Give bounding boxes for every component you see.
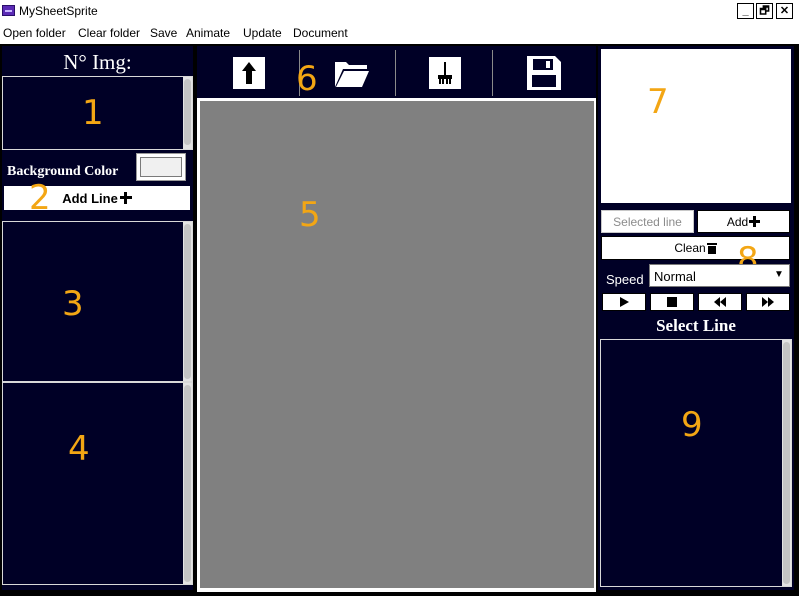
image-list-scroll-thumb[interactable] (184, 79, 191, 145)
fast-forward-icon (762, 297, 774, 307)
restore-button[interactable]: 🗗 (756, 3, 773, 19)
open-folder-button[interactable] (322, 50, 382, 96)
window-title: MySheetSprite (19, 4, 98, 18)
plus-icon (749, 216, 761, 227)
line-list-panel-bottom[interactable] (2, 382, 193, 585)
annotation-4: 4 (68, 429, 90, 469)
menu-animate[interactable]: Animate (186, 26, 230, 40)
img-count-label: N° Img: (63, 50, 132, 74)
clean-label: Clean (674, 241, 706, 255)
speed-label: Speed (606, 272, 644, 287)
menu-update[interactable]: Update (243, 26, 282, 40)
rewind-button[interactable] (698, 293, 742, 311)
stop-button[interactable] (650, 293, 694, 311)
minimize-button[interactable]: _ (737, 3, 754, 19)
annotation-9: 9 (681, 405, 703, 445)
menu-open-folder[interactable]: Open folder (3, 26, 66, 40)
speed-select[interactable]: Normal ▼ (649, 264, 790, 287)
close-button[interactable]: ✕ (776, 3, 793, 19)
selected-line-field: Selected line (601, 210, 694, 233)
scroll-thumb[interactable] (783, 342, 790, 584)
stop-icon (667, 297, 677, 307)
line-list-scrollbar-top[interactable] (183, 222, 192, 381)
scroll-thumb[interactable] (184, 385, 191, 582)
annotation-5: 5 (299, 195, 321, 235)
upload-icon (233, 57, 265, 89)
menu-document[interactable]: Document (293, 26, 348, 40)
image-list-scrollbar[interactable] (183, 77, 192, 149)
annotation-3: 3 (62, 284, 84, 324)
app-icon (2, 5, 15, 16)
clear-canvas-button[interactable] (420, 50, 470, 96)
trash-icon (706, 242, 717, 254)
background-color-button[interactable] (136, 153, 186, 181)
line-list-panel-top[interactable] (2, 221, 193, 382)
add-animation-button[interactable]: Add (697, 210, 790, 233)
toolbar-separator (492, 50, 493, 96)
add-line-label: Add Line (62, 190, 118, 206)
annotation-7: 7 (647, 82, 669, 122)
annotation-6: 6 (296, 59, 318, 99)
background-color-swatch (140, 157, 182, 177)
annotation-1: 1 (82, 93, 104, 133)
menu-save[interactable]: Save (150, 26, 177, 40)
line-list-scrollbar-bottom[interactable] (183, 383, 192, 584)
title-bar: MySheetSprite _ 🗗 ✕ (0, 0, 799, 22)
chevron-down-icon: ▼ (774, 269, 784, 280)
speed-value: Normal (654, 269, 696, 284)
add-label: Add (726, 214, 749, 229)
save-button[interactable] (514, 50, 574, 96)
select-line-label: Select Line (656, 316, 736, 335)
select-line-scrollbar[interactable] (782, 340, 791, 586)
save-icon (527, 56, 561, 90)
folder-icon (335, 62, 369, 87)
toolbar-separator (395, 50, 396, 96)
upload-button[interactable] (210, 50, 288, 96)
plus-icon (119, 192, 132, 204)
select-line-list[interactable] (600, 339, 792, 587)
sprite-canvas[interactable] (200, 101, 594, 588)
annotation-2: 2 (29, 178, 51, 218)
scroll-thumb[interactable] (184, 224, 191, 379)
play-button[interactable] (602, 293, 646, 311)
menu-clear-folder[interactable]: Clear folder (78, 26, 140, 40)
preview-box (601, 49, 791, 203)
background-color-label: Background Color (7, 164, 119, 179)
fast-forward-button[interactable] (746, 293, 790, 311)
rewind-icon (714, 297, 726, 307)
brush-icon (429, 57, 461, 89)
menu-bar: Open folder Clear folder Save Animate Up… (0, 22, 799, 42)
play-icon (619, 297, 629, 307)
clean-button[interactable]: Clean (601, 236, 790, 260)
